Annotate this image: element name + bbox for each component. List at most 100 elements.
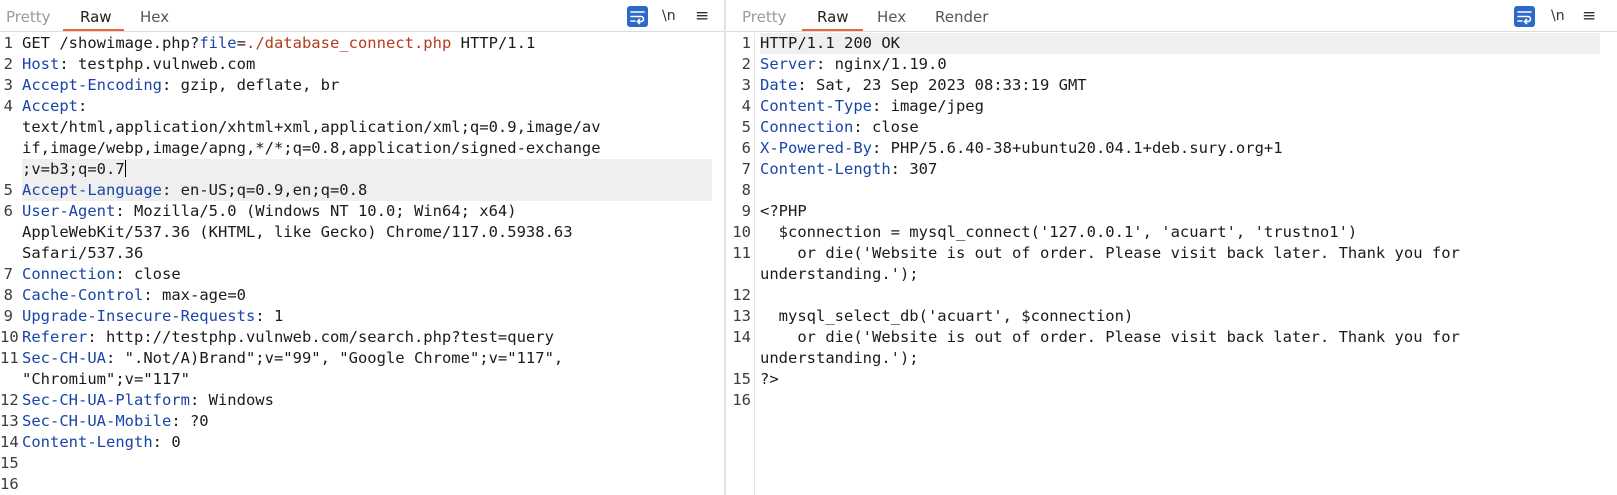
- header-name: Date: [760, 76, 798, 94]
- response-menu-icon[interactable]: ≡: [1582, 6, 1596, 26]
- response-line-number: 14: [732, 328, 751, 346]
- request-active-tab-indicator: [63, 29, 124, 31]
- response-wrap-lines-icon[interactable]: [1514, 6, 1535, 27]
- response-editor[interactable]: 1 2 3 4 5 6 7 8 9 10 11 12 13 14 15 16 HTTP/1.1 200 OK S…: [726, 33, 1617, 495]
- code-text: if,image/webp,image/apng,*/*;q=0.8,appli…: [22, 139, 601, 157]
- request-line-number: 13: [0, 412, 19, 430]
- request-code-line[interactable]: "Chromium";v="117": [22, 369, 190, 390]
- request-line-number: 8: [3, 286, 13, 304]
- response-line-number: 9: [741, 202, 751, 220]
- code-text: ?>: [760, 370, 779, 388]
- request-line-number: 7: [3, 265, 13, 283]
- header-name: Sec-CH-UA-Mobile: [22, 412, 172, 430]
- header-name: User-Agent: [22, 202, 116, 220]
- request-menu-icon[interactable]: ≡: [695, 6, 709, 26]
- response-tab-raw[interactable]: Raw: [817, 8, 849, 26]
- response-code-line[interactable]: Connection: close: [760, 117, 919, 138]
- code-text: : gzip, deflate, br: [161, 76, 340, 94]
- response-code-line[interactable]: <?PHP: [760, 201, 807, 222]
- request-code-line[interactable]: text/html,application/xhtml+xml,applicat…: [22, 117, 601, 138]
- request-code-line[interactable]: Connection: close: [22, 264, 181, 285]
- header-name: Accept: [22, 97, 78, 115]
- request-line-number: 4: [3, 97, 13, 115]
- request-code-line[interactable]: Referer: http://testphp.vulnweb.com/sear…: [22, 327, 554, 348]
- response-tabbar: Pretty Raw Hex Render \n ≡: [726, 0, 1617, 32]
- request-line-number: 2: [3, 55, 13, 73]
- request-code-line[interactable]: ;v=b3;q=0.7: [22, 159, 126, 180]
- response-line-number: 6: [741, 139, 751, 157]
- request-code-line[interactable]: Accept-Encoding: gzip, deflate, br: [22, 75, 339, 96]
- header-name: Content-Length: [22, 433, 153, 451]
- response-code-line[interactable]: HTTP/1.1 200 OK: [760, 33, 900, 54]
- response-tab-render[interactable]: Render: [935, 8, 988, 26]
- request-code-line[interactable]: Sec-CH-UA: ".Not/A)Brand";v="99", "Googl…: [22, 348, 563, 369]
- code-text: : close: [853, 118, 919, 136]
- header-name: Server: [760, 55, 816, 73]
- response-raw-text[interactable]: HTTP/1.1 200 OK Server: nginx/1.19.0 Date:…: [760, 33, 1600, 495]
- request-editor[interactable]: 1 2 3 4 5 6 7 8 9 10 11 12 13 14 15 16 GET /showimage.p…: [0, 33, 724, 495]
- response-newline-toggle[interactable]: \n: [1551, 6, 1565, 26]
- code-text: : http://testphp.vulnweb.com/search.php?…: [87, 328, 554, 346]
- code-text: =: [236, 34, 246, 52]
- request-code-line[interactable]: User-Agent: Mozilla/5.0 (Windows NT 10.0…: [22, 201, 517, 222]
- header-name: Accept-Encoding: [22, 76, 162, 94]
- code-text: : max-age=0: [143, 286, 246, 304]
- header-name: X-Powered-By: [760, 139, 872, 157]
- code-text: <?PHP: [760, 202, 807, 220]
- code-text: understanding.');: [760, 265, 919, 283]
- response-code-line[interactable]: Server: nginx/1.19.0: [760, 54, 947, 75]
- response-code-line[interactable]: Date: Sat, 23 Sep 2023 08:33:19 GMT: [760, 75, 1087, 96]
- request-code-line[interactable]: GET /showimage.php?file=./database_conne…: [22, 33, 535, 54]
- code-text: Safari/537.36: [22, 244, 144, 262]
- request-tab-hex[interactable]: Hex: [140, 8, 169, 26]
- response-line-number: 15: [732, 370, 751, 388]
- request-code-line[interactable]: Sec-CH-UA-Mobile: ?0: [22, 411, 209, 432]
- request-code-line[interactable]: Accept:: [22, 96, 87, 117]
- response-code-line[interactable]: or die('Website is out of order. Please …: [760, 243, 1460, 264]
- response-code-line[interactable]: Content-Length: 307: [760, 159, 937, 180]
- code-text: HTTP/1.1: [451, 34, 536, 52]
- request-code-line[interactable]: Upgrade-Insecure-Requests: 1: [22, 306, 283, 327]
- request-line-number: [0, 138, 13, 159]
- request-tab-raw[interactable]: Raw: [80, 8, 112, 26]
- request-code-line[interactable]: Host: testphp.vulnweb.com: [22, 54, 255, 75]
- request-line-number: 5: [3, 181, 13, 199]
- request-newline-toggle[interactable]: \n: [662, 6, 676, 26]
- request-code-line[interactable]: Accept-Language: en-US;q=0.9,en;q=0.8: [22, 180, 367, 201]
- text-caret: [124, 160, 126, 177]
- code-text: : ".Not/A)Brand";v="99", "Google Chrome"…: [106, 349, 564, 367]
- request-raw-text[interactable]: GET /showimage.php?file=./database_conne…: [22, 33, 712, 495]
- request-line-number: 6: [3, 202, 13, 220]
- response-tab-pretty[interactable]: Pretty: [742, 8, 787, 26]
- response-code-line[interactable]: X-Powered-By: PHP/5.6.40-38+ubuntu20.04.…: [760, 138, 1283, 159]
- request-tabbar: Pretty Raw Hex \n ≡: [0, 0, 724, 32]
- response-code-line[interactable]: or die('Website is out of order. Please …: [760, 327, 1460, 348]
- request-code-line[interactable]: Content-Length: 0: [22, 432, 181, 453]
- response-code-line[interactable]: $connection = mysql_connect('127.0.0.1',…: [760, 222, 1358, 243]
- response-tab-hex[interactable]: Hex: [877, 8, 906, 26]
- code-text: text/html,application/xhtml+xml,applicat…: [22, 118, 601, 136]
- request-code-line[interactable]: Safari/537.36: [22, 243, 143, 264]
- code-text: :: [78, 97, 88, 115]
- response-code-line[interactable]: mysql_select_db('acuart', $connection): [760, 306, 1134, 327]
- response-line-number: [726, 264, 751, 285]
- response-code-line[interactable]: understanding.');: [760, 348, 919, 369]
- code-text: : testphp.vulnweb.com: [59, 55, 256, 73]
- request-code-line[interactable]: Cache-Control: max-age=0: [22, 285, 246, 306]
- request-tab-pretty[interactable]: Pretty: [6, 8, 51, 26]
- request-line-number: 16: [0, 475, 19, 493]
- code-text: : Mozilla/5.0 (Windows NT 10.0; Win64; x…: [115, 202, 517, 220]
- response-code-line[interactable]: ?>: [760, 369, 779, 390]
- request-wrap-lines-icon[interactable]: [627, 6, 648, 27]
- header-name: Content-Type: [760, 97, 872, 115]
- response-code-line[interactable]: Content-Type: image/jpeg: [760, 96, 984, 117]
- response-code-line[interactable]: understanding.');: [760, 264, 919, 285]
- request-code-line[interactable]: Sec-CH-UA-Platform: Windows: [22, 390, 274, 411]
- code-text: $connection = mysql_connect('127.0.0.1',…: [760, 223, 1358, 241]
- header-name: Cache-Control: [22, 286, 144, 304]
- code-text: : PHP/5.6.40-38+ubuntu20.04.1+deb.sury.o…: [871, 139, 1283, 157]
- request-code-line[interactable]: AppleWebKit/537.36 (KHTML, like Gecko) C…: [22, 222, 573, 243]
- request-line-number: [0, 159, 13, 180]
- request-code-line[interactable]: if,image/webp,image/apng,*/*;q=0.8,appli…: [22, 138, 601, 159]
- response-line-number: 16: [732, 391, 751, 409]
